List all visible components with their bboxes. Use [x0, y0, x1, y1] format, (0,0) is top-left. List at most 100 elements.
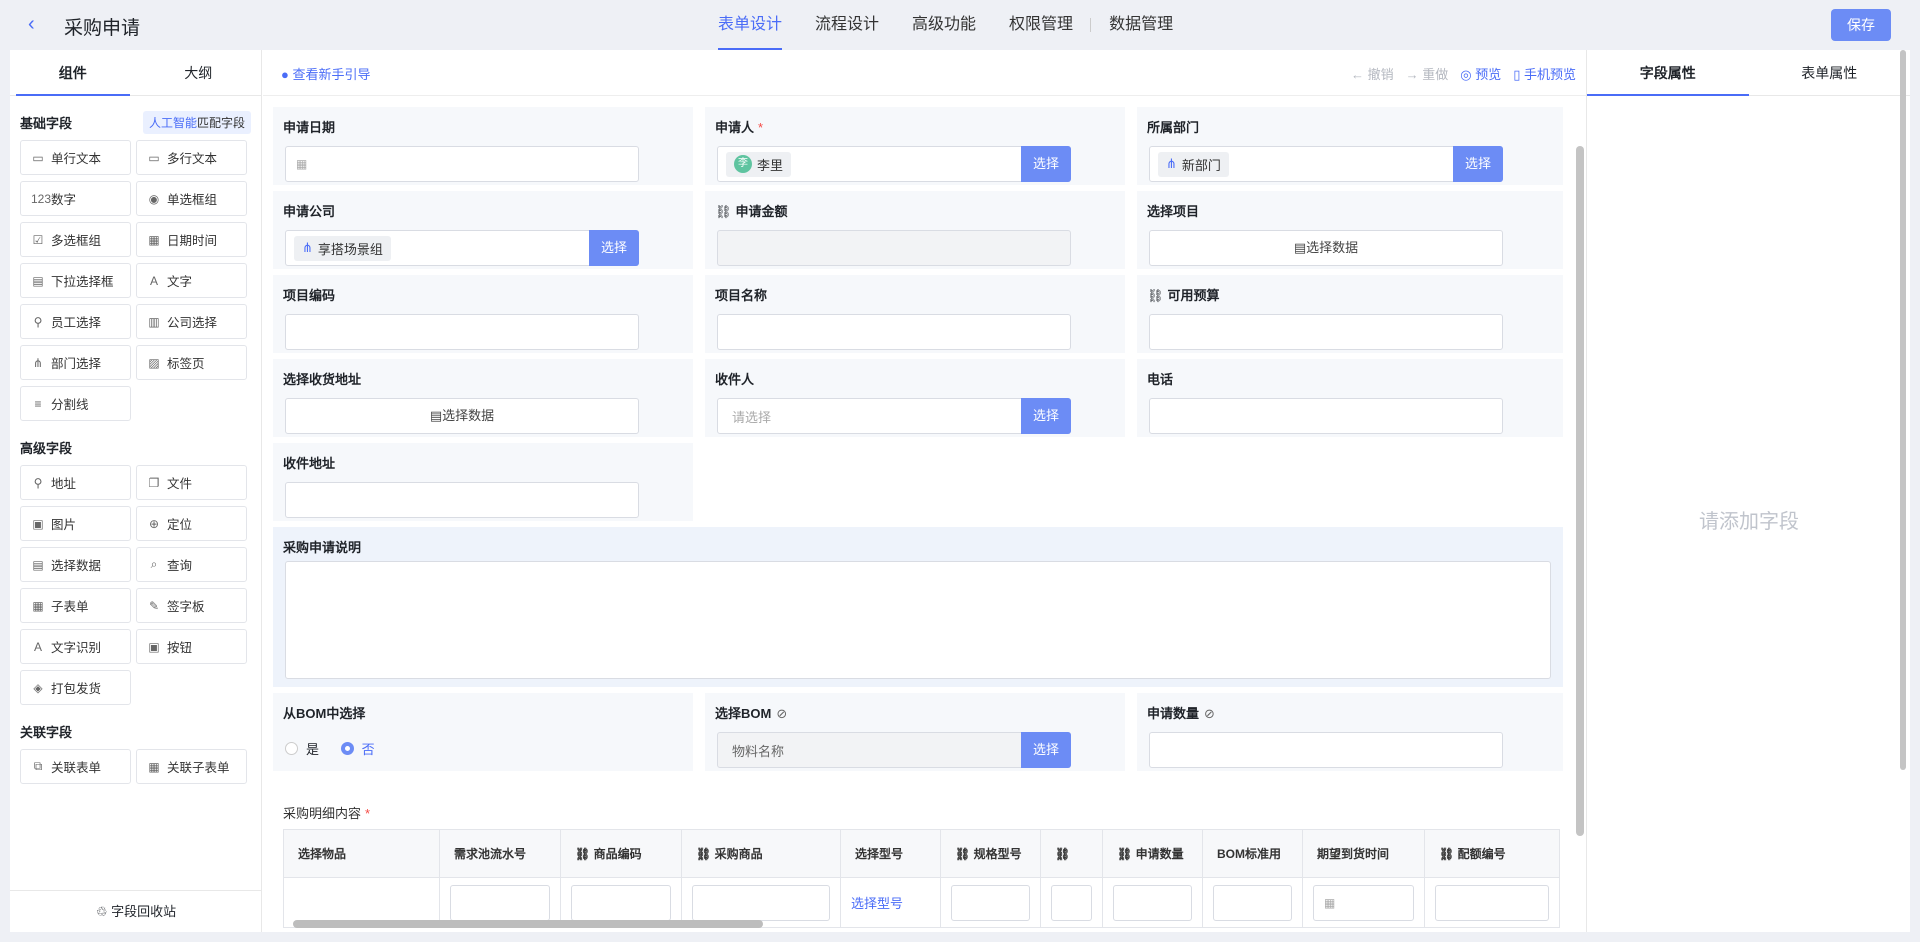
advanced-field-item[interactable]: ▣ 图片 — [20, 506, 131, 541]
advanced-field-item[interactable]: ✎ 签字板 — [136, 588, 247, 623]
receiver-input[interactable]: 请选择 选择 — [717, 398, 1071, 434]
bom-input[interactable]: 物料名称 选择 — [717, 732, 1071, 768]
apply-qty-input[interactable] — [1113, 884, 1192, 921]
save-button[interactable]: 保存 — [1831, 9, 1891, 41]
applicant-select-button[interactable]: 选择 — [1021, 146, 1071, 182]
recycle-bin-button[interactable]: ♲ 字段回收站 — [10, 890, 262, 932]
basic-field-item[interactable]: ⋔ 部门选择 — [20, 345, 131, 380]
back-icon[interactable]: ‹ — [28, 13, 48, 35]
bom-select-button[interactable]: 选择 — [1021, 732, 1071, 768]
field-phone[interactable]: 电话 — [1137, 359, 1563, 437]
field-address-select[interactable]: 选择收货地址 ▤选择数据 — [273, 359, 693, 437]
phone-input[interactable] — [1149, 398, 1503, 434]
basic-field-item[interactable]: ▤ 下拉选择框 — [20, 263, 131, 298]
basic-field-item[interactable]: ▦ 日期时间 — [136, 222, 247, 257]
basic-field-item[interactable]: A 文字 — [136, 263, 247, 298]
tab-permission[interactable]: 权限管理 — [1009, 0, 1073, 50]
basic-field-item[interactable]: 123 数字 — [20, 181, 131, 216]
advanced-field-item[interactable]: ◈ 打包发货 — [20, 670, 131, 705]
address-input[interactable] — [285, 482, 639, 518]
advanced-field-item[interactable]: A 文字识别 — [20, 629, 131, 664]
expect-time-input[interactable]: ▦ — [1313, 884, 1414, 921]
preview-button[interactable]: ◎ 预览 — [1460, 64, 1501, 83]
field-applicant[interactable]: 申请人 * 李李里 选择 — [705, 107, 1125, 185]
quota-input[interactable] — [1435, 884, 1549, 921]
relation-field-item[interactable]: ⧉ 关联表单 — [20, 749, 131, 784]
tab-outline[interactable]: 大纲 — [136, 50, 262, 95]
company-input[interactable]: ⋔ 享搭场景组 选择 — [285, 230, 639, 266]
dept-select-button[interactable]: 选择 — [1453, 146, 1503, 182]
project-code-input[interactable] — [285, 314, 639, 350]
right-scrollbar[interactable] — [1900, 50, 1906, 770]
advanced-field-item[interactable]: ▦ 子表单 — [20, 588, 131, 623]
tab-flow-design[interactable]: 流程设计 — [815, 0, 879, 50]
field-qty[interactable]: 申请数量 ⊘ — [1137, 693, 1563, 771]
field-from-bom[interactable]: 从BOM中选择 是 否 — [273, 693, 693, 771]
field-project-select[interactable]: 选择项目 ▤选择数据 — [1137, 191, 1563, 269]
project-select-data-button[interactable]: ▤选择数据 — [1149, 230, 1503, 266]
workspace: 组件 大纲 基础字段 人工智能匹配字段 ▭ 单行文本 ▭ 多行文本 123 数字 ◉ 单选框组… — [10, 50, 1910, 932]
field-address[interactable]: 收件地址 — [273, 443, 693, 521]
basic-field-item[interactable]: ▥ 公司选择 — [136, 304, 247, 339]
bom-std-input[interactable] — [1213, 884, 1292, 921]
field-description[interactable]: 采购申请说明 — [273, 527, 1563, 687]
applicant-input[interactable]: 李李里 选择 — [717, 146, 1071, 182]
basic-field-item-icon: ▭ — [32, 150, 44, 165]
field-project-name[interactable]: 项目名称 — [705, 275, 1125, 353]
basic-field-item[interactable]: ▨ 标签页 — [136, 345, 247, 380]
field-dept[interactable]: 所属部门 ⋔ 新部门 选择 — [1137, 107, 1563, 185]
relation-field-item[interactable]: ▦ 关联子表单 — [136, 749, 247, 784]
field-project-code[interactable]: 项目编码 — [273, 275, 693, 353]
field-receiver[interactable]: 收件人 请选择 选择 — [705, 359, 1125, 437]
advanced-field-item[interactable]: ▤ 选择数据 — [20, 547, 131, 582]
tab-components[interactable]: 组件 — [10, 50, 136, 96]
advanced-field-item[interactable]: ⊕ 定位 — [136, 506, 247, 541]
select-data-label: 选择数据 — [1306, 240, 1359, 255]
goods-input[interactable] — [692, 884, 830, 921]
horizontal-scrollbar[interactable] — [293, 920, 763, 928]
field-apply-date[interactable]: 申请日期 ▦ — [273, 107, 693, 185]
field-bom-select[interactable]: 选择BOM ⊘ 物料名称 选择 — [705, 693, 1125, 771]
dept-input[interactable]: ⋔ 新部门 选择 — [1149, 146, 1503, 182]
basic-field-item[interactable]: ⚲ 员工选择 — [20, 304, 131, 339]
tab-form-design[interactable]: 表单设计 — [718, 0, 783, 50]
field-budget[interactable]: ⛓ 可用预算 — [1137, 275, 1563, 353]
budget-input[interactable] — [1149, 314, 1503, 350]
field-company[interactable]: 申请公司 ⋔ 享搭场景组 选择 — [273, 191, 693, 269]
redo-button[interactable]: → 重做 — [1406, 64, 1449, 83]
radio-no[interactable]: 否 — [340, 739, 375, 758]
goods-code-input[interactable] — [571, 884, 671, 921]
tab-field-props[interactable]: 字段属性 — [1587, 50, 1749, 96]
basic-field-item[interactable]: ◉ 单选框组 — [136, 181, 247, 216]
vertical-scrollbar[interactable] — [1576, 146, 1584, 836]
basic-field-item[interactable]: ☑ 多选框组 — [20, 222, 131, 257]
description-textarea[interactable] — [285, 561, 1551, 679]
project-name-input[interactable] — [717, 314, 1071, 350]
spec-input[interactable] — [951, 884, 1030, 921]
tab-advanced[interactable]: 高级功能 — [912, 0, 976, 50]
address-label: 收件地址 — [283, 456, 336, 471]
ai-match-button[interactable]: 人工智能匹配字段 — [142, 110, 251, 134]
advanced-field-item[interactable]: ▣ 按钮 — [136, 629, 247, 664]
mobile-preview-button[interactable]: ▯ 手机预览 — [1513, 64, 1576, 83]
link-input[interactable] — [1051, 884, 1092, 921]
receiver-select-button[interactable]: 选择 — [1021, 398, 1071, 434]
tab-form-props[interactable]: 表单属性 — [1749, 50, 1911, 95]
basic-field-item[interactable]: ≡ 分割线 — [20, 386, 131, 421]
tab-data-manage[interactable]: 数据管理 — [1109, 0, 1173, 50]
pool-no-input[interactable] — [450, 884, 550, 921]
select-model-link[interactable]: 选择型号 — [851, 896, 903, 911]
basic-field-item[interactable]: ▭ 多行文本 — [136, 140, 247, 175]
qty-input[interactable] — [1149, 732, 1503, 768]
radio-yes[interactable]: 是 — [285, 739, 319, 758]
advanced-field-item[interactable]: ⚲ 地址 — [20, 465, 131, 500]
address-select-data-button[interactable]: ▤选择数据 — [285, 398, 639, 434]
advanced-field-item[interactable]: ❐ 文件 — [136, 465, 247, 500]
basic-field-item[interactable]: ▭ 单行文本 — [20, 140, 131, 175]
company-select-button[interactable]: 选择 — [589, 230, 639, 266]
guide-link[interactable]: ● 查看新手引导 — [281, 64, 370, 83]
field-amount[interactable]: ⛓ 申请金额 — [705, 191, 1125, 269]
undo-button[interactable]: ← 撤销 — [1351, 64, 1394, 83]
apply-date-input[interactable]: ▦ — [285, 146, 639, 182]
advanced-field-item[interactable]: ⌕ 查询 — [136, 547, 247, 582]
